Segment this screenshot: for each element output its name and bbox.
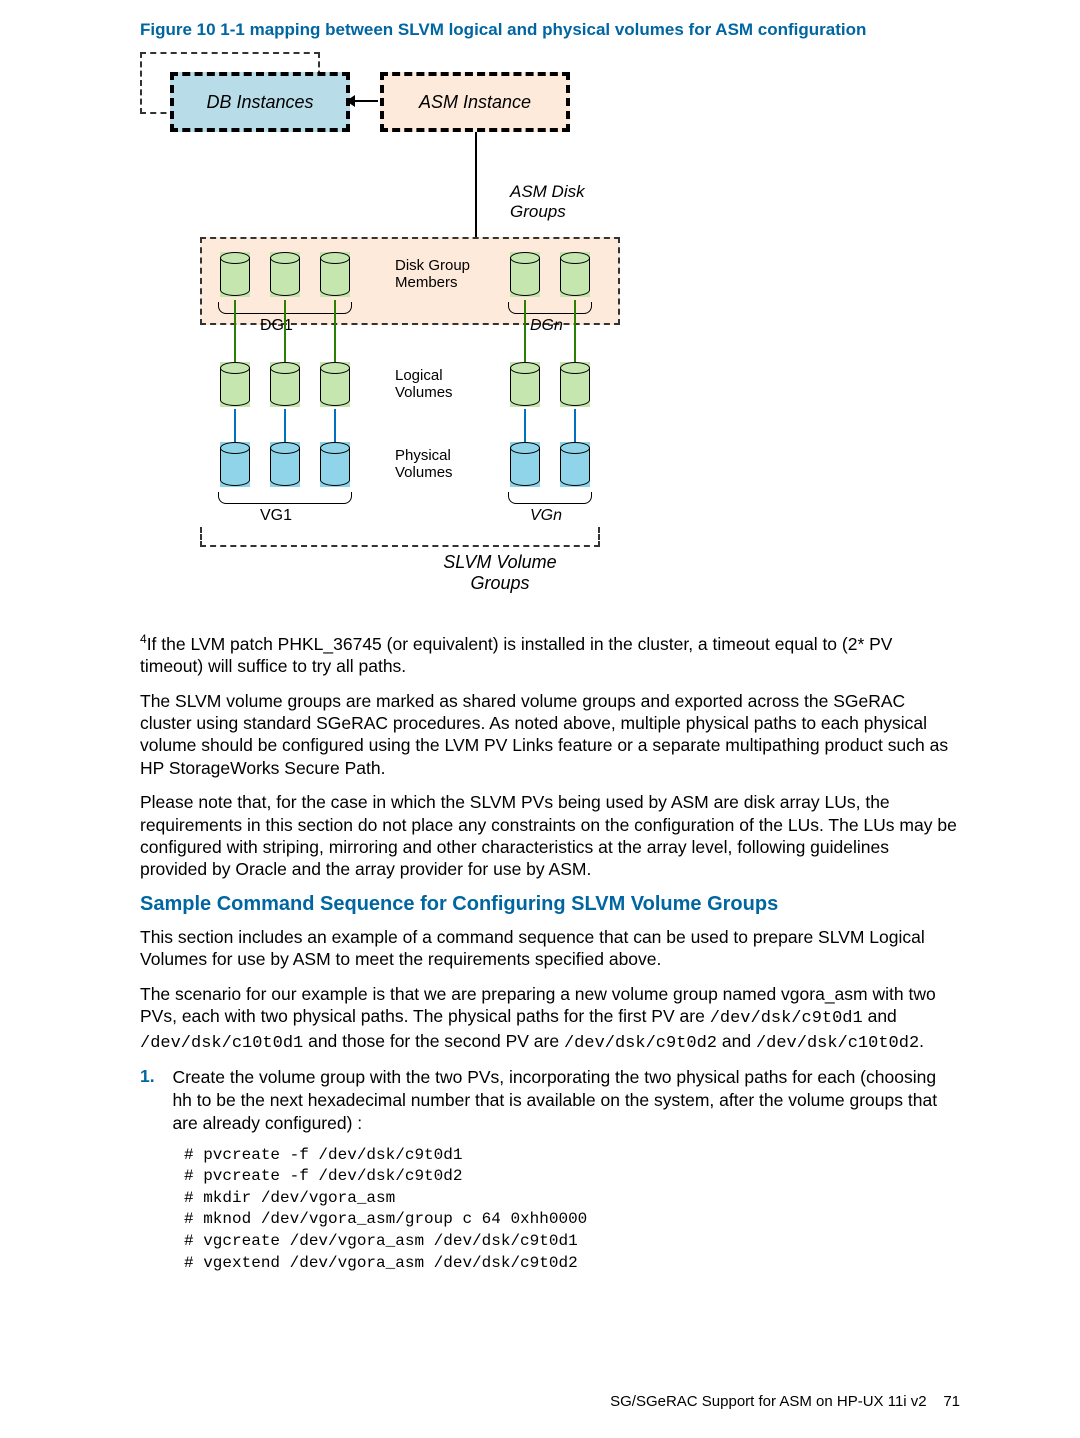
lv3 [320, 362, 350, 407]
footnote-marker: 4 [140, 632, 147, 646]
vgn-label: VGn [530, 507, 562, 525]
lv1 [220, 362, 250, 407]
pv-arrow2 [284, 409, 286, 442]
dg1-disk1 [220, 252, 250, 297]
footer-text: SG/SGeRAC Support for ASM on HP-UX 11i v… [610, 1393, 927, 1410]
arrow-db-asm [352, 100, 378, 102]
para-slvm-groups: The SLVM volume groups are marked as sha… [140, 690, 960, 780]
command-block: # pvcreate -f /dev/dsk/c9t0d1 # pvcreate… [184, 1145, 960, 1275]
pv-arrow4 [524, 409, 526, 442]
dgn-brace [508, 302, 592, 314]
lv-arrow1 [234, 300, 236, 362]
lv4 [510, 362, 540, 407]
pv-arrow5 [574, 409, 576, 442]
pv5 [560, 442, 590, 487]
lv-arrow3 [334, 300, 336, 362]
lv5 [560, 362, 590, 407]
asm-instance-box: ASM Instance [380, 72, 570, 132]
para-note: Please note that, for the case in which … [140, 791, 960, 881]
dgn-label: DGn [530, 317, 563, 335]
pv2 [270, 442, 300, 487]
pv-arrow3 [334, 409, 336, 442]
page-footer: SG/SGeRAC Support for ASM on HP-UX 11i v… [610, 1393, 960, 1410]
vg1-label: VG1 [260, 507, 292, 525]
dg1-disk2 [270, 252, 300, 297]
para-intro: This section includes an example of a co… [140, 926, 960, 971]
asm-diagram: DB Instances ASM Instance ASM Disk Group… [140, 52, 700, 612]
step-1-text: Create the volume group with the two PVs… [172, 1066, 952, 1134]
dg1-disk3 [320, 252, 350, 297]
section-heading: Sample Command Sequence for Configuring … [140, 893, 960, 916]
lv-arrow4 [524, 300, 526, 362]
physical-volumes-label: Physical Volumes [395, 447, 453, 481]
footer-page: 71 [943, 1393, 960, 1410]
slvm-volume-groups-label: SLVM Volume Groups [430, 552, 570, 594]
figure-caption: Figure 10 1-1 mapping between SLVM logic… [140, 20, 960, 40]
step-1: 1. Create the volume group with the two … [140, 1066, 960, 1134]
vg1-brace [218, 492, 352, 504]
dg1-label: DG1 [260, 317, 293, 335]
step-1-number: 1. [140, 1066, 168, 1087]
disk-group-members-label: Disk Group Members [395, 257, 470, 291]
db-instances-box: DB Instances [170, 72, 350, 132]
vgn-brace [508, 492, 592, 504]
lv-arrow2 [284, 300, 286, 362]
logical-volumes-label: Logical Volumes [395, 367, 453, 401]
footnote-text: 4If the LVM patch PHKL_36745 (or equival… [140, 632, 960, 678]
pv1 [220, 442, 250, 487]
pv4 [510, 442, 540, 487]
vg-group-box [200, 527, 600, 547]
lv2 [270, 362, 300, 407]
asm-disk-groups-label: ASM Disk Groups [510, 182, 585, 222]
dgn-disk1 [510, 252, 540, 297]
para-scenario: The scenario for our example is that we … [140, 983, 960, 1055]
dgn-disk2 [560, 252, 590, 297]
pv3 [320, 442, 350, 487]
pv-arrow1 [234, 409, 236, 442]
line-asm-dg [475, 132, 477, 237]
lv-arrow5 [574, 300, 576, 362]
